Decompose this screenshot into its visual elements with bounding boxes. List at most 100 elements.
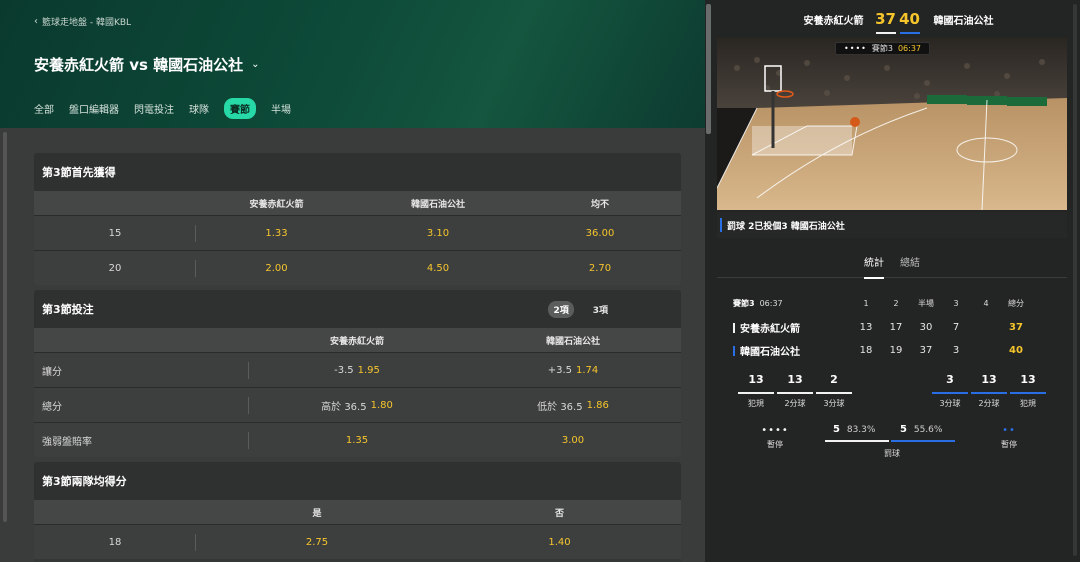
line-value: 20: [34, 251, 196, 285]
timeouts-label: 暫停: [1001, 440, 1017, 449]
odds-button[interactable]: 36.00: [519, 216, 681, 250]
chevron-left-icon[interactable]: ‹: [34, 16, 38, 27]
away-2pt-stat: 13 2分球: [967, 373, 1011, 409]
away-timeouts: •• 暫停: [987, 425, 1031, 450]
handicap-line: -3.5: [334, 364, 354, 376]
total-score: 40: [1009, 345, 1023, 356]
game-clock: •••• 賽節3 06:37: [835, 42, 931, 55]
market-card: 第3節首先獲得 安養赤紅火箭 韓國石油公社 均不 15 1.33 3.10 36…: [34, 153, 681, 285]
court-illustration: [717, 38, 1067, 210]
total-score: 37: [1009, 322, 1023, 333]
stat-value: 13: [1020, 373, 1036, 386]
period-scores-table: 賽節3 06:37 1 2 半場 3 4 總分 安養赤紅火箭 13 17 30 …: [733, 296, 1053, 362]
market-title[interactable]: 第3節兩隊均得分: [34, 462, 681, 500]
odds-button[interactable]: 高於 36.5 1.80: [249, 388, 465, 422]
odds-value: 1.80: [370, 399, 393, 411]
breadcrumb[interactable]: ‹ 籃球走地盤 - 韓國KBL: [34, 15, 131, 28]
match-title[interactable]: 安養赤紅火箭 vs 韓國石油公社 ⌄: [34, 54, 260, 75]
stat-value: 13: [748, 373, 764, 386]
home-score-row: 安養赤紅火箭 13 17 30 7 37: [733, 316, 1053, 339]
column-header: 安養赤紅火箭: [249, 199, 304, 210]
market-header: 第3節投注 2項 3項: [34, 290, 681, 328]
odds-button[interactable]: 1.35: [249, 423, 465, 457]
market-title[interactable]: 第3節首先獲得: [34, 153, 681, 191]
odds-button[interactable]: 3.00: [465, 423, 681, 457]
away-team-name: 韓國石油公社: [933, 15, 994, 27]
scrollbar-track[interactable]: [1073, 4, 1077, 556]
market-tabs: 全部 盤口編輯器 閃電投注 球隊 賽節 半場: [34, 98, 291, 119]
stat-label: 2分球: [784, 399, 806, 408]
stat-label: 犯規: [748, 399, 764, 408]
stat-label: 2分球: [978, 399, 1000, 408]
market-row: 18 2.75 1.40: [34, 524, 681, 559]
home-2pt-stat: 13 2分球: [773, 373, 817, 409]
period-score: 37: [919, 345, 933, 356]
tab-half[interactable]: 半場: [271, 98, 291, 119]
odds-value: 1.95: [357, 364, 380, 376]
period-label: 賽節3: [733, 298, 755, 308]
ball: [850, 117, 860, 127]
period-score: 7: [952, 322, 960, 333]
home-timeouts: •••• 暫停: [753, 425, 797, 450]
tab-flash-bet[interactable]: 閃電投注: [134, 98, 174, 119]
line-value: 15: [34, 216, 196, 250]
chevron-down-icon[interactable]: ⌄: [251, 59, 259, 70]
market-title[interactable]: 第3節投注: [42, 301, 94, 317]
market-row: 15 1.33 3.10 36.00: [34, 215, 681, 250]
odds-button[interactable]: 4.50: [357, 251, 519, 285]
scoreboard: 安養赤紅火箭 37 40 韓國石油公社: [705, 0, 1080, 38]
away-score: 40: [899, 10, 920, 34]
column-header: 總分: [1008, 298, 1024, 308]
home-team-name: 安養赤紅火箭: [803, 15, 864, 27]
odds-button[interactable]: 3.10: [357, 216, 519, 250]
odds-button[interactable]: 2.00: [196, 251, 357, 285]
column-header: 是: [312, 508, 322, 519]
away-ft-made: 5: [900, 424, 907, 435]
column-header: 2: [893, 298, 899, 308]
period-header-row: 賽節3 06:37 1 2 半場 3 4 總分: [733, 296, 1053, 310]
match-title-text: 安養赤紅火箭 vs 韓國石油公社: [34, 56, 244, 74]
column-header: 安養赤紅火箭: [329, 336, 384, 347]
free-throws-stat: 5 83.3% 5 55.6% 罰球: [825, 424, 959, 462]
tab-stats[interactable]: 統計: [864, 248, 884, 279]
away-3pt-stat: 3 3分球: [928, 373, 972, 409]
live-court-visual[interactable]: •••• 賽節3 06:37: [717, 38, 1067, 210]
market-row: 20 2.00 4.50 2.70: [34, 250, 681, 285]
match-header: ‹ 籃球走地盤 - 韓國KBL 安養赤紅火箭 vs 韓國石油公社 ⌄ 全部 盤口…: [0, 0, 705, 128]
scrollbar[interactable]: [3, 132, 7, 522]
odds-button[interactable]: +3.5 1.74: [465, 353, 681, 387]
column-header: 韓國石油公社: [545, 336, 600, 347]
tab-all[interactable]: 全部: [34, 98, 54, 119]
stat-label: 3分球: [939, 399, 961, 408]
home-3pt-stat: 2 3分球: [812, 373, 856, 409]
markets-pane: ‹ 籃球走地盤 - 韓國KBL 安養赤紅火箭 vs 韓國石油公社 ⌄ 全部 盤口…: [0, 0, 705, 562]
column-header: 1: [863, 298, 869, 308]
three-way-toggle[interactable]: 3項: [588, 301, 613, 318]
odds-value: 1.86: [586, 399, 609, 411]
stat-label: 3分球: [823, 399, 845, 408]
breadcrumb-text[interactable]: 籃球走地盤 - 韓國KBL: [42, 15, 131, 28]
column-header: 否: [554, 508, 564, 519]
market-card: 第3節兩隊均得分 是 否 18 2.75 1.40: [34, 462, 681, 562]
stat-value: 13: [981, 373, 997, 386]
timeout-dots: ••••: [761, 425, 789, 436]
odds-button[interactable]: 低於 36.5 1.86: [465, 388, 681, 422]
odds-button[interactable]: 1.33: [196, 216, 357, 250]
away-fouls-stat: 13 犯規: [1006, 373, 1050, 409]
period-score: 17: [889, 322, 903, 333]
tab-summary[interactable]: 總結: [900, 248, 920, 278]
two-way-toggle[interactable]: 2項: [548, 301, 574, 318]
odds-button[interactable]: -3.5 1.95: [249, 353, 465, 387]
odds-button[interactable]: 2.70: [519, 251, 681, 285]
tab-bet-builder[interactable]: 盤口編輯器: [69, 98, 119, 119]
total-line: 高於 36.5: [321, 401, 367, 413]
tab-teams[interactable]: 球隊: [189, 98, 209, 119]
odds-value: 1.74: [576, 364, 599, 376]
odds-button[interactable]: 1.40: [438, 525, 681, 559]
tab-quarters[interactable]: 賽節: [224, 98, 256, 119]
column-header: 4: [983, 298, 989, 308]
odds-button[interactable]: 2.75: [196, 525, 438, 559]
period-score: 18: [859, 345, 873, 356]
row-label: 總分: [34, 388, 249, 422]
timeout-dots: ••••: [844, 44, 867, 53]
